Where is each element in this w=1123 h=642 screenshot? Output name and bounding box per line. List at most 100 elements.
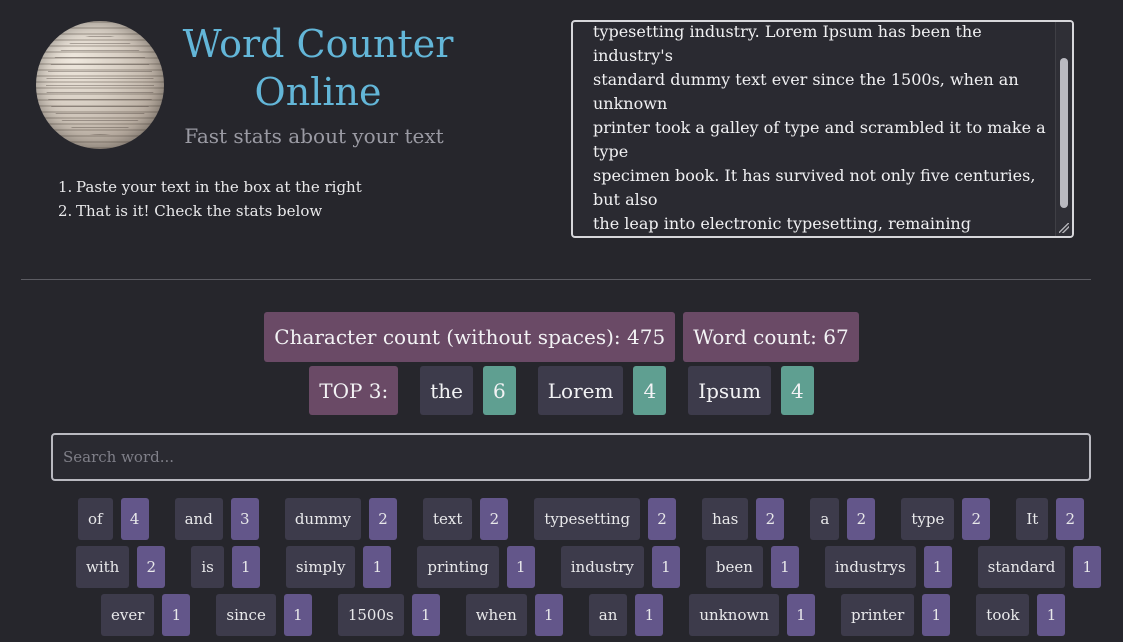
word-count: 1 — [1073, 546, 1102, 588]
instruction-item: 2. That is it! Check the stats below — [58, 199, 362, 223]
word-label: dummy — [284, 498, 361, 540]
word-chip: an 1 — [588, 594, 664, 636]
word-count: 3 — [230, 498, 259, 540]
title-line-1: Word Counter — [182, 22, 454, 66]
word-count: 1 — [1037, 594, 1066, 636]
word-count: 1 — [534, 594, 563, 636]
word-chip: and 3 — [174, 498, 259, 540]
word-list-row: ever 1 since 1 1500s 1 when 1 an 1 unkno… — [68, 594, 1093, 636]
instruction-text: That is it! Check the stats below — [76, 202, 323, 220]
word-chip: been 1 — [705, 546, 799, 588]
top-3-words: TOP 3: the 6 Lorem 4 Ipsum 4 — [0, 366, 1123, 415]
word-label: standard — [977, 546, 1066, 588]
word-label: printer — [840, 594, 915, 636]
word-label: typesetting — [534, 498, 641, 540]
word-count: 4 — [120, 498, 149, 540]
word-count: 1 — [363, 546, 392, 588]
word-chip: has 2 — [702, 498, 785, 540]
word-chip: printer 1 — [840, 594, 951, 636]
word-list-row: with 2 is 1 simply 1 printing 1 industry… — [68, 546, 1102, 588]
word-count: 1 — [923, 546, 952, 588]
word-label: industrys — [824, 546, 916, 588]
word-label: been — [705, 546, 763, 588]
top-word-item: Ipsum 4 — [688, 366, 814, 415]
instruction-number: 2. — [58, 202, 73, 220]
word-count: 1 — [162, 594, 191, 636]
word-count: 2 — [962, 498, 991, 540]
word-label: 1500s — [337, 594, 404, 636]
word-chip: typesetting 2 — [534, 498, 677, 540]
word-count: 2 — [648, 498, 677, 540]
word-chip: It 2 — [1016, 498, 1085, 540]
word-label: since — [216, 594, 276, 636]
word-chip: standard 1 — [977, 546, 1102, 588]
top-word: Ipsum — [688, 366, 771, 415]
word-chip: industrys 1 — [824, 546, 952, 588]
word-count: 1 — [411, 594, 440, 636]
word-count: 2 — [480, 498, 509, 540]
resize-handle-icon[interactable] — [1059, 223, 1069, 233]
word-count: 2 — [756, 498, 785, 540]
word-count: 1 — [283, 594, 312, 636]
word-chip: of 4 — [78, 498, 149, 540]
word-count: 2 — [847, 498, 876, 540]
word-chip: text 2 — [423, 498, 509, 540]
textarea-scrollbar[interactable] — [1055, 22, 1072, 236]
word-chip: took 1 — [976, 594, 1066, 636]
top-word-count: 4 — [781, 366, 814, 415]
text-input-area[interactable]: typesetting industry. Lorem Ipsum has be… — [571, 20, 1074, 238]
word-count: 1 — [231, 546, 260, 588]
text-input-value[interactable]: typesetting industry. Lorem Ipsum has be… — [593, 22, 1052, 236]
instruction-text: Paste your text in the box at the right — [76, 178, 362, 196]
word-chip: printing 1 — [417, 546, 535, 588]
word-count: 1 — [651, 546, 680, 588]
word-count: 2 — [137, 546, 166, 588]
word-count: 1 — [635, 594, 664, 636]
word-chip: simply 1 — [285, 546, 392, 588]
word-count: 1 — [770, 546, 799, 588]
word-chip: since 1 — [216, 594, 312, 636]
textarea-scroll-thumb[interactable] — [1060, 58, 1068, 208]
word-count: 1 — [922, 594, 951, 636]
word-count: 1 — [506, 546, 535, 588]
word-count-badge: Word count: 67 — [683, 312, 859, 362]
word-label: took — [976, 594, 1030, 636]
top-word-count: 4 — [633, 366, 667, 415]
word-count: 2 — [1056, 498, 1085, 540]
word-label: is — [191, 546, 224, 588]
top-word-count: 6 — [483, 366, 516, 415]
search-input[interactable]: Search word... — [51, 433, 1091, 481]
word-label: an — [588, 594, 628, 636]
word-label: text — [423, 498, 473, 540]
word-label: has — [702, 498, 749, 540]
instruction-number: 1. — [58, 178, 73, 196]
section-divider — [21, 279, 1091, 280]
word-chip: industry 1 — [560, 546, 680, 588]
word-chip: with 2 — [76, 546, 166, 588]
top-word: the — [420, 366, 474, 415]
word-chip: a 2 — [810, 498, 876, 540]
stats-bar: Character count (without spaces): 475 Wo… — [0, 312, 1123, 362]
word-count: 1 — [786, 594, 815, 636]
word-chip: unknown 1 — [689, 594, 815, 636]
word-label: It — [1016, 498, 1049, 540]
word-label: unknown — [689, 594, 779, 636]
word-label: of — [78, 498, 113, 540]
character-count-badge: Character count (without spaces): 475 — [264, 312, 676, 362]
top-word-item: Lorem 4 — [537, 366, 667, 415]
instruction-item: 1. Paste your text in the box at the rig… — [58, 175, 362, 199]
word-label: printing — [417, 546, 499, 588]
word-chip: type 2 — [901, 498, 991, 540]
word-label: simply — [285, 546, 356, 588]
word-chip: when 1 — [465, 594, 563, 636]
word-list-row: of 4 and 3 dummy 2 text 2 typesetting 2 … — [68, 498, 1093, 540]
top-word: Lorem — [537, 366, 624, 415]
word-count: 2 — [369, 498, 397, 540]
word-chip: ever 1 — [101, 594, 191, 636]
title-line-2: Online — [254, 70, 382, 114]
word-chip: is 1 — [191, 546, 260, 588]
top-3-label: TOP 3: — [309, 366, 399, 415]
word-label: industry — [560, 546, 644, 588]
page-subtitle: Fast stats about your text — [184, 124, 444, 148]
instructions-list: 1. Paste your text in the box at the rig… — [58, 175, 362, 223]
